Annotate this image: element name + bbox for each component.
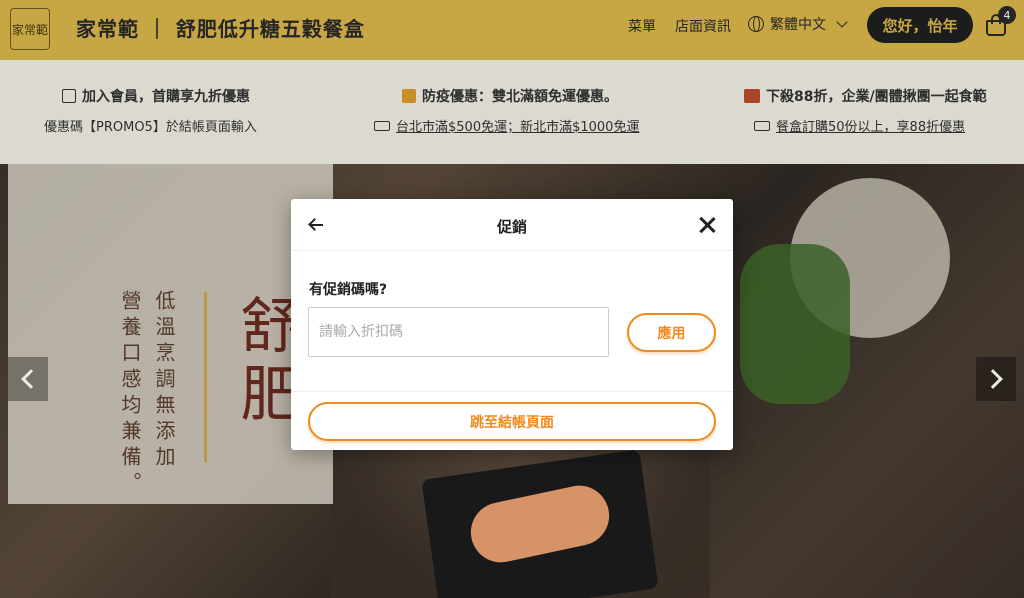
apply-button[interactable]: 應用 bbox=[627, 313, 716, 352]
promo-code-input[interactable] bbox=[308, 307, 609, 357]
modal-divider bbox=[291, 391, 733, 392]
close-icon[interactable] bbox=[697, 215, 717, 235]
promo-code-modal: 促銷 有促銷碼嗎? 應用 跳至結帳頁面 bbox=[291, 199, 733, 450]
modal-header: 促銷 bbox=[291, 199, 733, 251]
modal-title: 促銷 bbox=[496, 218, 527, 236]
promo-question-label: 有促銷碼嗎? bbox=[309, 282, 388, 298]
go-to-checkout-button[interactable]: 跳至結帳頁面 bbox=[308, 402, 716, 441]
